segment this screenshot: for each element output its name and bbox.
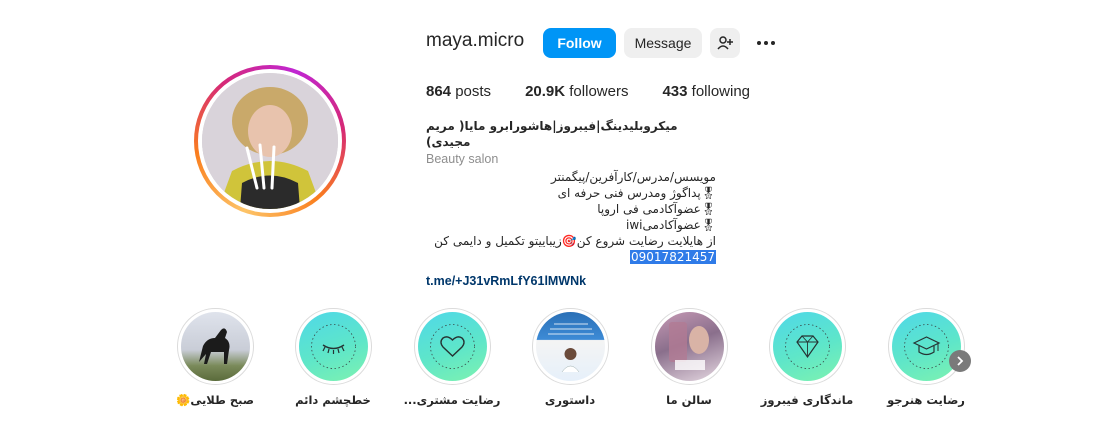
bio-line: از هایلایت رضایت شروع کن🎯زیباییتو تکمیل … <box>434 234 716 248</box>
bio-name: میکروبلیدینگ|فیبروز|هاشورابرو مایا( مریم… <box>426 119 678 149</box>
highlight-label: ماندگاری فیبروز <box>760 393 854 407</box>
diamond-icon <box>784 324 830 369</box>
following-count: 433 <box>662 83 688 100</box>
highlight-label: خطچشم دائم <box>295 393 371 407</box>
graduation-cap-icon <box>903 324 949 369</box>
highlight-label: صبح طلایی🌼 <box>176 393 254 407</box>
highlight-label: رضایت مشتری... <box>403 393 501 407</box>
profile-stats: 864 posts 20.9K followers 433 following <box>426 83 750 100</box>
highlight-cover <box>298 312 368 381</box>
add-user-button[interactable] <box>710 28 740 58</box>
highlight-item[interactable]: داستوری <box>510 308 630 407</box>
document-photo <box>535 312 605 381</box>
bio-line: 🎖عضوآکادمیiwi <box>626 218 716 232</box>
avatar-inner <box>198 69 342 213</box>
followers-stat[interactable]: 20.9K followers <box>525 83 628 100</box>
highlight-item[interactable]: صبح طلایی🌼 <box>155 308 275 407</box>
highlight-item[interactable]: خطچشم دائم <box>273 308 393 407</box>
posts-stat: 864 posts <box>426 83 491 100</box>
following-stat[interactable]: 433 following <box>662 83 750 100</box>
highlight-ring <box>768 308 846 385</box>
highlights-next-button[interactable] <box>949 350 971 372</box>
highlight-ring <box>531 308 609 385</box>
salon-photo <box>654 312 724 381</box>
highlight-label: سالن ما <box>666 393 712 407</box>
person-plus-icon <box>717 36 733 50</box>
bio-line: 🎖پداگوژ ومدرس فنی حرفه ای <box>557 186 716 200</box>
bio-line: 🎖عضوآکادمی فی اروپا <box>597 202 716 216</box>
posts-count: 864 <box>426 83 452 100</box>
highlight-label: داستوری <box>544 393 596 407</box>
followers-count: 20.9K <box>525 83 566 100</box>
highlight-ring <box>413 308 491 385</box>
bio-lines: مویسس/مدرس/کارآفرین/پیگمنتر 🎖پداگوژ ومدر… <box>426 169 716 265</box>
chevron-right-icon <box>957 356 964 366</box>
highlight-cover <box>891 312 961 381</box>
eyelash-icon <box>310 324 356 369</box>
highlight-item[interactable]: سالن ما <box>629 308 749 407</box>
avatar <box>202 73 338 209</box>
following-label: following <box>691 83 751 100</box>
highlight-item[interactable]: ماندگاری فیبروز <box>747 308 867 407</box>
more-options-button[interactable] <box>752 28 780 58</box>
highlight-ring <box>176 308 254 385</box>
highlight-cover <box>417 312 487 381</box>
salon-icon <box>668 322 709 370</box>
profile-username: maya.micro <box>426 30 525 51</box>
follow-button[interactable]: Follow <box>543 28 616 58</box>
profile-avatar-ring[interactable] <box>194 65 346 217</box>
highlight-item[interactable]: رضایت مشتری... <box>392 308 512 407</box>
bio-line: مویسس/مدرس/کارآفرین/پیگمنتر <box>551 170 716 184</box>
bio-phone-line: 09017821457 <box>426 249 716 265</box>
highlight-label: رضایت هنرجو <box>887 393 965 407</box>
highlight-cover <box>772 312 842 381</box>
bio-link[interactable]: t.me/+J31vRmLfY61lMWNk <box>426 273 586 289</box>
posts-label: posts <box>455 83 492 100</box>
bio-category: Beauty salon <box>426 152 499 166</box>
profile-bio: میکروبلیدینگ|فیبروز|هاشورابرو مایا( مریم… <box>426 118 718 289</box>
highlight-ring <box>294 308 372 385</box>
followers-label: followers <box>569 83 629 100</box>
document-icon <box>547 323 594 373</box>
avatar-portrait <box>202 73 338 209</box>
horse-icon <box>198 328 229 364</box>
highlight-ring <box>887 308 965 385</box>
more-horizontal-icon <box>757 41 775 45</box>
message-button[interactable]: Message <box>624 28 702 58</box>
heart-icon <box>429 324 475 369</box>
highlight-ring <box>650 308 728 385</box>
bio-phone[interactable]: 09017821457 <box>630 250 716 264</box>
horse-photo <box>180 312 250 381</box>
